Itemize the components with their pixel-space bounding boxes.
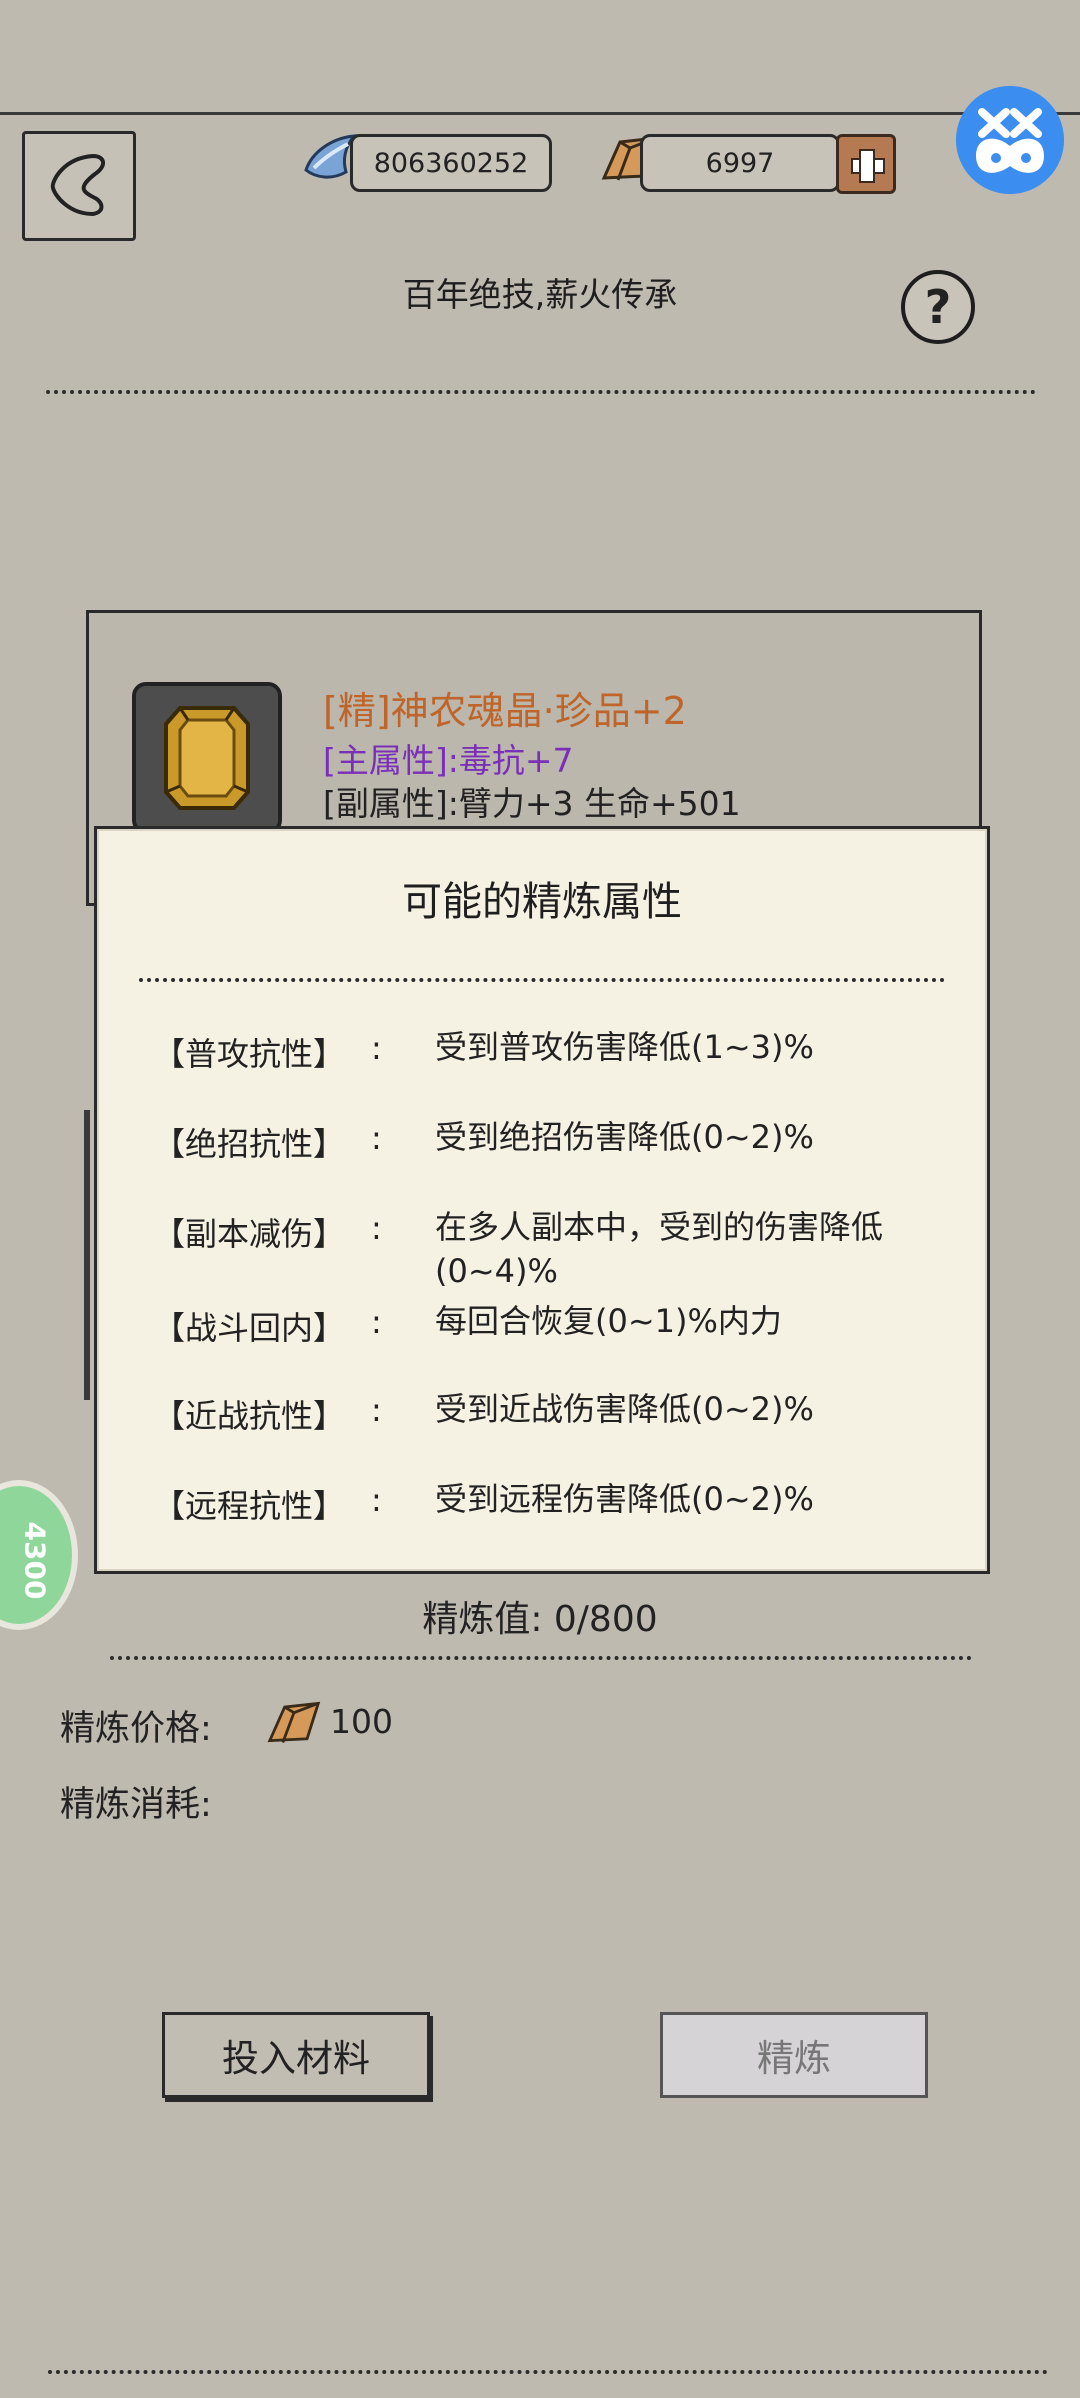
top-divider <box>0 112 1080 115</box>
currency-silver-value: 806360252 <box>350 134 552 192</box>
back-button[interactable] <box>22 131 136 241</box>
header-divider <box>46 390 1036 394</box>
refine-value: 精炼值: 0/800 <box>422 1599 658 1640</box>
bottom-divider <box>48 2370 1048 2374</box>
attr-label: 【副本减伤】 <box>153 1215 346 1253</box>
attr-colon: : <box>371 1029 382 1067</box>
section-divider <box>110 1656 972 1660</box>
item-main-attribute: [主属性]:毒抗+7 <box>323 741 574 780</box>
put-material-button[interactable]: 投入材料 <box>162 2012 430 2098</box>
add-currency-button[interactable] <box>836 134 896 194</box>
attr-colon: : <box>371 1303 382 1341</box>
attr-label: 【战斗回内】 <box>153 1309 346 1347</box>
refine-button[interactable]: 精炼 <box>660 2012 928 2098</box>
currency-gold-value: 6997 <box>640 134 840 192</box>
gamepad-app-icon[interactable] <box>956 86 1064 194</box>
attr-label: 【近战抗性】 <box>153 1397 346 1435</box>
attr-label: 【远程抗性】 <box>153 1487 346 1525</box>
attr-desc: 每回合恢复(0~1)%内力 <box>435 1302 782 1340</box>
item-slot[interactable] <box>132 682 282 834</box>
modal-title: 可能的精炼属性 <box>402 879 682 925</box>
item-name: [精]神农魂晶·珍品+2 <box>323 689 687 733</box>
attr-desc: 受到绝招伤害降低(0~2)% <box>435 1118 814 1156</box>
gem-icon <box>136 686 278 830</box>
gold-bar-icon <box>266 1694 322 1754</box>
hidden-panel-edge <box>84 1110 90 1400</box>
refine-price-value: 100 <box>330 1702 393 1741</box>
attr-label: 【普攻抗性】 <box>153 1035 346 1073</box>
item-sub-attribute: [副属性]:臂力+3 生命+501 <box>323 784 741 823</box>
refine-cost-label: 精炼消耗: <box>60 1785 212 1825</box>
attr-colon: : <box>371 1209 382 1247</box>
refine-attributes-modal: 可能的精炼属性 【普攻抗性】 : 受到普攻伤害降低(1~3)% 【绝招抗性】 :… <box>94 826 990 1574</box>
attr-desc: 在多人副本中，受到的伤害降低(0~4)% <box>435 1208 884 1290</box>
refine-price-label: 精炼价格: <box>60 1709 212 1749</box>
modal-divider <box>139 978 945 982</box>
attr-label: 【绝招抗性】 <box>153 1125 346 1163</box>
help-button[interactable]: ? <box>901 270 975 344</box>
attr-colon: : <box>371 1119 382 1157</box>
attr-colon: : <box>371 1481 382 1519</box>
attr-desc: 受到普攻伤害降低(1~3)% <box>435 1028 814 1066</box>
back-arrow-icon <box>50 153 105 217</box>
attr-colon: : <box>371 1391 382 1429</box>
attr-desc: 受到近战伤害降低(0~2)% <box>435 1390 814 1428</box>
side-badge-value: 4300 <box>18 1521 52 1600</box>
attr-desc: 受到远程伤害降低(0~2)% <box>435 1480 814 1518</box>
